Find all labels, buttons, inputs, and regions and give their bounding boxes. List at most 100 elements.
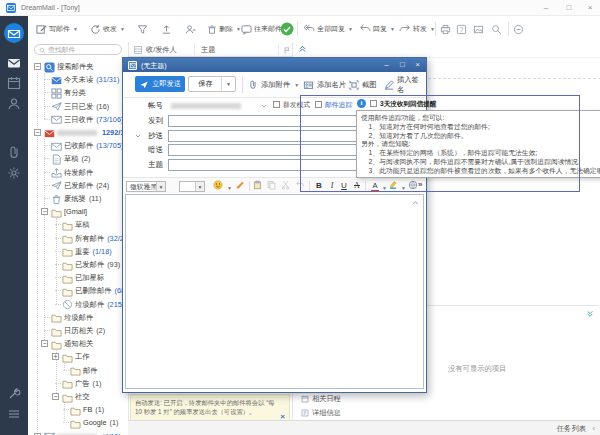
reply-button[interactable]: 回复▼ [359, 20, 395, 38]
details-item[interactable]: 详细信息 [301, 408, 341, 418]
status-indicator[interactable] [280, 20, 294, 38]
tree-item[interactable]: −搜索邮件夹 [28, 60, 128, 73]
tree-item[interactable]: FB(1) [28, 403, 128, 416]
tree-expander-icon[interactable]: − [34, 63, 41, 70]
print-button[interactable] [440, 20, 451, 38]
forward-button[interactable]: 转发▼ [399, 20, 435, 38]
tree-item[interactable]: −通知相关 [28, 337, 128, 350]
help-button[interactable]: ? [456, 20, 467, 38]
settings-icon[interactable] [7, 166, 21, 180]
tree-item[interactable]: 已发邮件(24) [28, 179, 128, 192]
calendar-icon[interactable] [7, 76, 21, 90]
folder-label: 所有邮件 [75, 234, 104, 243]
contacts-button[interactable] [185, 20, 196, 38]
tree-item[interactable]: 草稿(2) [28, 152, 128, 165]
paste-button[interactable] [253, 180, 265, 192]
scroll-up-icon[interactable] [412, 200, 419, 205]
tree-item[interactable]: −社交 [28, 390, 128, 403]
image-button[interactable] [473, 20, 484, 38]
folder-label: 已删除邮件 [75, 286, 111, 295]
contacts-icon[interactable] [7, 97, 21, 111]
folder-icon [62, 352, 73, 363]
maximize-button[interactable]: □ [561, 1, 577, 14]
menu-icon[interactable] [7, 407, 21, 421]
zoom-button[interactable] [491, 20, 502, 38]
add-card-button[interactable]: 添加名片 [303, 76, 346, 93]
save-button[interactable]: 保存 ▼ [188, 76, 236, 92]
tree-item[interactable]: 待发邮件 [28, 166, 128, 179]
logo-icon[interactable] [3, 22, 25, 44]
font-size-select[interactable]: ▼ [179, 181, 205, 192]
emoji-button[interactable] [213, 180, 225, 192]
correspondence-button[interactable]: 往来邮件 [241, 20, 282, 38]
tree-item[interactable]: +(4/15) [28, 430, 128, 435]
bcc-label: 暗送 [123, 145, 163, 155]
collapse-button[interactable] [513, 20, 524, 38]
col-sender[interactable]: 收/发件人 [146, 45, 177, 55]
format-brush-button[interactable] [235, 180, 247, 192]
tree-item[interactable]: 已发邮件(93) [28, 258, 128, 271]
font-family-select[interactable]: 微软雅黑▼ [126, 181, 166, 192]
tree-item[interactable]: 有分类 [28, 86, 128, 99]
tree-item[interactable]: −[Gmail] [28, 205, 128, 218]
add-attachment-button[interactable]: 添加附件▼ [248, 76, 299, 93]
tree-item[interactable]: 垃圾邮件(215/377) [28, 298, 128, 311]
compose-close-button[interactable]: × [410, 58, 425, 72]
delete-button[interactable]: 删除▼ [207, 20, 241, 38]
col-subject[interactable]: 主题 [201, 45, 215, 55]
tree-item[interactable]: 重要(1/18) [28, 245, 128, 258]
tools-icon[interactable] [7, 387, 21, 401]
reply-all-button[interactable]: 全部回复▼ [303, 20, 353, 38]
message-body[interactable] [125, 194, 424, 389]
send-now-button[interactable]: 立即发送 [135, 76, 185, 92]
search-input[interactable]: 查找邮件 [34, 44, 122, 55]
compose-minimize-button[interactable]: – [379, 58, 394, 72]
tree-item[interactable]: Google(1) [28, 416, 128, 429]
expand-section-icon[interactable] [586, 310, 594, 318]
tree-item[interactable]: −1292/1452 [28, 126, 128, 139]
tree-item[interactable]: +工作 [28, 350, 128, 363]
cut-button[interactable] [281, 180, 293, 192]
compose-maximize-button[interactable]: □ [395, 58, 410, 72]
task-list-chevron-icon[interactable]: ‹ [593, 424, 596, 433]
screenshot-button[interactable]: 截图 [349, 76, 377, 93]
tree-item[interactable]: 今天未读(31/31) [28, 73, 128, 86]
tree-item[interactable]: 所有邮件(32/296) [28, 232, 128, 245]
write-mail-button[interactable]: 写邮件▼ [36, 20, 78, 38]
flag-icon[interactable] [283, 46, 291, 55]
tree-item[interactable]: 三日收件(73/106) [28, 113, 128, 126]
print-icon [440, 24, 451, 35]
save-dropdown-icon[interactable]: ▼ [221, 77, 235, 91]
tree-expander-icon[interactable]: − [34, 129, 41, 136]
columns-icon[interactable] [134, 46, 142, 54]
related-schedule-item[interactable]: 相关日程 [301, 394, 341, 404]
tree-item[interactable]: 已加星标 [28, 271, 128, 284]
tree-item[interactable]: 已收邮件(13/705) [28, 139, 128, 152]
send-receive-button[interactable]: 收发▼ [90, 20, 125, 38]
tree-expander-icon[interactable]: + [52, 353, 59, 360]
tree-expander-icon[interactable]: − [41, 208, 48, 215]
tree-item[interactable]: 已删除邮件(68/159) [28, 284, 128, 297]
tree-item[interactable]: 广告(1) [28, 377, 128, 390]
tree-expander-icon[interactable]: − [41, 340, 48, 347]
tree-item[interactable]: 邮件 [28, 364, 128, 377]
collapse-pane-icon[interactable] [298, 44, 307, 53]
tree-item[interactable]: 草稿 [28, 218, 128, 231]
search-icon [44, 62, 55, 73]
tree-expander-icon[interactable]: − [52, 393, 59, 400]
mail-icon[interactable] [7, 56, 21, 70]
copy-button[interactable] [267, 180, 279, 192]
attachment-icon[interactable] [7, 145, 21, 159]
tree-item[interactable]: 垃圾邮件 [28, 311, 128, 324]
insert-signature-button[interactable]: 插入签名 [384, 76, 426, 93]
export-button[interactable] [161, 20, 172, 38]
tree-item[interactable]: 日历相关(2) [28, 324, 128, 337]
close-button[interactable]: × [582, 1, 598, 14]
filter-button[interactable] [137, 20, 148, 38]
minimize-button[interactable]: – [538, 1, 554, 14]
tree-item[interactable]: 废纸篓(11) [28, 192, 128, 205]
bulk-mode-checkbox[interactable] [273, 101, 280, 108]
task-list-label[interactable]: 任务列表 [557, 424, 586, 434]
tree-item[interactable]: 三日已发(16) [28, 100, 128, 113]
account-dropdown-icon[interactable] [261, 104, 267, 108]
